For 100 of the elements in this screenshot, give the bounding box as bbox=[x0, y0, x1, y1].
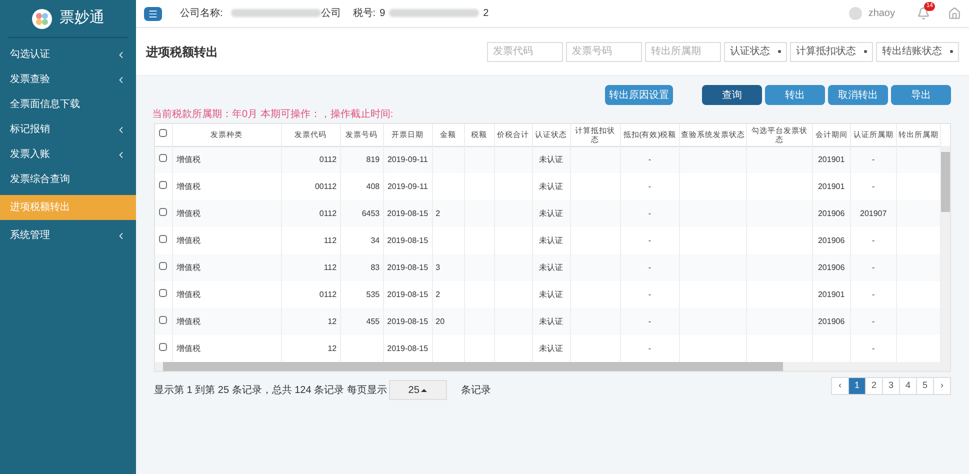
tax-id-end: 2 bbox=[483, 7, 489, 21]
user-name: zhaoy bbox=[868, 7, 895, 21]
table-cell: 201901 bbox=[818, 182, 845, 190]
table-cell: 增值税 bbox=[176, 344, 200, 352]
filter-field[interactable]: 发票号码 bbox=[566, 42, 642, 62]
company-label: 公司名称: bbox=[180, 7, 223, 21]
menu-button[interactable] bbox=[144, 6, 162, 20]
table-cell: 增值税 bbox=[176, 154, 200, 164]
table-cell: - bbox=[648, 208, 652, 218]
sidebar-item[interactable]: 勾选认证 bbox=[0, 42, 136, 67]
row-checkbox[interactable] bbox=[159, 343, 168, 351]
table-cell: 未认证 bbox=[539, 208, 564, 218]
sidebar-item[interactable]: 发票查验 bbox=[0, 67, 136, 92]
table-cell: 201901 bbox=[818, 154, 845, 164]
select-all-checkbox[interactable] bbox=[159, 129, 168, 138]
table-cell: 00112 bbox=[314, 182, 337, 190]
filter-field[interactable]: 发票代码 bbox=[487, 42, 563, 62]
sidebar-item[interactable]: 系统管理 bbox=[0, 223, 136, 248]
row-checkbox[interactable] bbox=[159, 154, 168, 162]
table-cell: 6453 bbox=[362, 208, 380, 218]
page-button[interactable]: › bbox=[933, 377, 951, 395]
table-cell: - bbox=[872, 236, 875, 244]
row-checkbox[interactable] bbox=[159, 235, 168, 243]
action-button[interactable]: 导出 bbox=[891, 85, 951, 105]
logo-icon bbox=[32, 8, 52, 28]
table-cell: 535 bbox=[366, 290, 380, 298]
table-cell: 408 bbox=[366, 182, 380, 190]
table-cell: 201906 bbox=[818, 208, 845, 218]
table-cell: 819 bbox=[366, 154, 380, 164]
page-title: 进项税额转出 bbox=[146, 44, 218, 60]
table-cell: - bbox=[872, 262, 875, 272]
table-cell: 201906 bbox=[818, 236, 845, 244]
table-cell: 112 bbox=[324, 262, 337, 272]
filter-select[interactable]: 转出结账状态 bbox=[876, 42, 959, 62]
table-cell: 增值税 bbox=[176, 236, 200, 244]
page-button[interactable]: 2 bbox=[865, 377, 883, 395]
brand-name: 票妙通 bbox=[60, 8, 104, 28]
table-cell: 34 bbox=[370, 236, 380, 244]
sidebar-item[interactable]: 全票面信息下载 bbox=[0, 92, 136, 117]
dropdown-icon bbox=[864, 50, 867, 53]
table-cell: 201907 bbox=[860, 208, 887, 218]
table-cell: 2 bbox=[436, 290, 440, 298]
page-button[interactable]: 3 bbox=[882, 377, 900, 395]
page-button[interactable]: 5 bbox=[916, 377, 934, 395]
filter-select[interactable]: 认证状态 bbox=[724, 42, 787, 62]
filter-select[interactable]: 计算抵扣状态 bbox=[790, 42, 873, 62]
table-cell: - bbox=[648, 236, 652, 244]
table-cell: 0112 bbox=[319, 154, 337, 164]
table-cell: 455 bbox=[366, 316, 380, 326]
page-button[interactable]: 1 bbox=[848, 377, 866, 395]
row-checkbox[interactable] bbox=[159, 262, 168, 270]
page-size-select[interactable]: 25 bbox=[388, 380, 447, 400]
table-cell: 2019-08-15 bbox=[387, 344, 428, 352]
row-checkbox[interactable] bbox=[159, 208, 168, 216]
table-cell: 2019-08-15 bbox=[387, 208, 428, 218]
action-button[interactable]: 取消转出 bbox=[828, 85, 888, 105]
table-cell: 未认证 bbox=[539, 236, 564, 244]
table-cell: 未认证 bbox=[539, 262, 564, 272]
row-checkbox[interactable] bbox=[159, 181, 168, 189]
table-cell: 增值税 bbox=[176, 182, 200, 190]
table-cell: 20 bbox=[436, 316, 445, 326]
table-cell: 201901 bbox=[818, 290, 845, 298]
company-name: 公司 bbox=[320, 7, 341, 21]
table-cell: - bbox=[872, 316, 875, 326]
record-summary: 显示第 1 到第 25 条记录，总共 124 条记录 每页显示 bbox=[154, 384, 387, 398]
table-cell: 201906 bbox=[818, 262, 845, 272]
action-button[interactable]: 转出原因设置 bbox=[605, 85, 673, 105]
table-cell: 增值税 bbox=[176, 262, 200, 272]
table-cell: 未认证 bbox=[539, 290, 564, 298]
row-checkbox[interactable] bbox=[159, 316, 168, 324]
table-cell: 未认证 bbox=[539, 316, 564, 326]
action-button[interactable]: 转出 bbox=[765, 85, 825, 105]
home-icon[interactable] bbox=[948, 7, 961, 20]
page-button[interactable]: ‹ bbox=[831, 377, 849, 395]
table-cell: 0112 bbox=[319, 208, 337, 218]
avatar-icon bbox=[849, 7, 862, 20]
tax-id-start: 9 bbox=[380, 7, 386, 21]
horizontal-scrollbar[interactable] bbox=[155, 362, 950, 371]
dropdown-icon bbox=[950, 50, 953, 53]
table-cell: 12 bbox=[328, 316, 337, 326]
action-button[interactable]: 查询 bbox=[702, 85, 762, 105]
row-checkbox[interactable] bbox=[159, 289, 168, 297]
table-cell: 增值税 bbox=[176, 290, 200, 298]
bell-icon[interactable] bbox=[917, 7, 930, 20]
table-cell: 2019-08-15 bbox=[387, 236, 428, 244]
filter-field[interactable]: 转出所属期 bbox=[645, 42, 721, 62]
sidebar-item[interactable]: 标记报销 bbox=[0, 117, 136, 142]
page-button[interactable]: 4 bbox=[899, 377, 917, 395]
sidebar-item[interactable]: 发票综合查询 bbox=[0, 167, 136, 192]
table-cell: - bbox=[648, 154, 652, 164]
page-size-suffix: 条记录 bbox=[460, 384, 491, 398]
table-cell: 2019-08-15 bbox=[387, 290, 428, 298]
table-cell: 3 bbox=[436, 262, 440, 272]
table-cell: - bbox=[872, 344, 875, 352]
sidebar-item[interactable]: 发票入账 bbox=[0, 142, 136, 167]
table-cell: 201906 bbox=[818, 316, 845, 326]
vertical-scrollbar[interactable] bbox=[941, 146, 950, 362]
table-cell: 增值税 bbox=[176, 316, 200, 326]
table-cell: - bbox=[648, 262, 652, 272]
tax-id-label: 税号: bbox=[352, 6, 376, 21]
